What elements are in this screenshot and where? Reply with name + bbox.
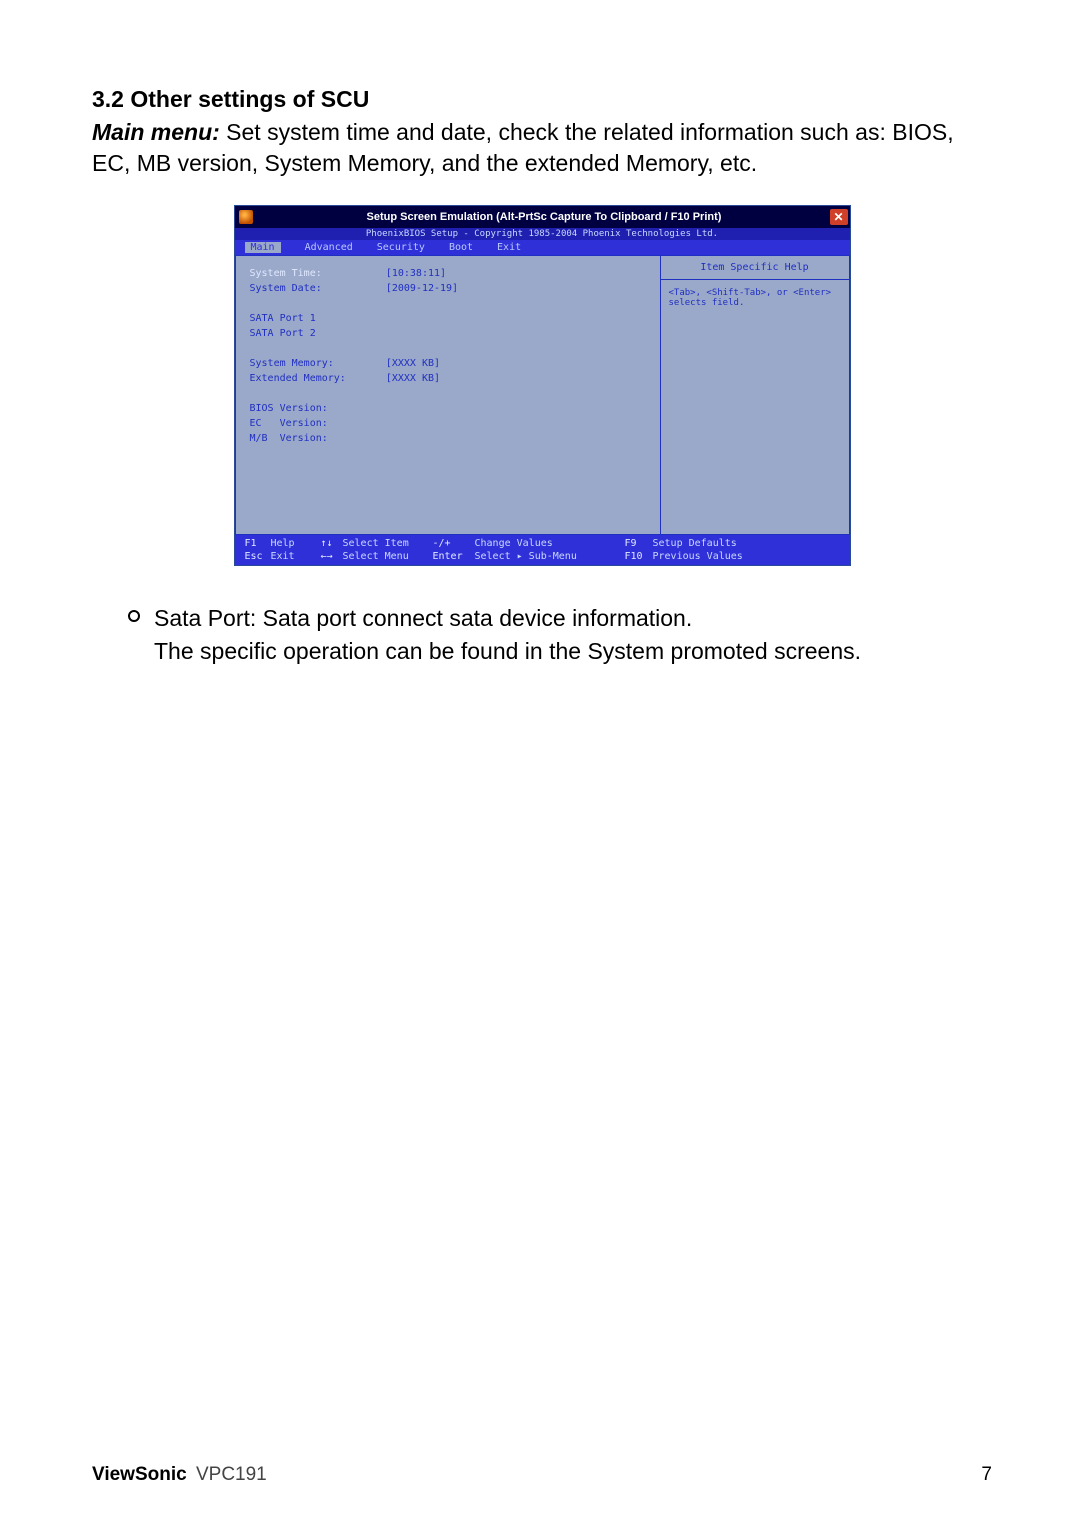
- value-spacer: [386, 386, 646, 401]
- label-spacer: [250, 386, 346, 401]
- bullet-line-1: Sata Port: Sata port connect sata device…: [154, 605, 692, 631]
- value-spacer: [386, 341, 646, 356]
- bios-copyright: PhoenixBIOS Setup - Copyright 1985-2004 …: [235, 228, 850, 240]
- bios-menubar: Main Advanced Security Boot Exit: [235, 240, 850, 255]
- value-bios-version: [386, 401, 646, 416]
- help-title: Item Specific Help: [661, 256, 849, 280]
- value-ec-version: [386, 416, 646, 431]
- label-help: Help: [271, 537, 321, 550]
- bullet-text: Sata Port: Sata port connect sata device…: [154, 602, 861, 669]
- bios-body: System Time: System Date: SATA Port 1 SA…: [235, 255, 850, 535]
- help-body: <Tab>, <Shift-Tab>, or <Enter> selects f…: [661, 280, 849, 534]
- bios-help-pane: Item Specific Help <Tab>, <Shift-Tab>, o…: [660, 255, 850, 535]
- label-extended-memory: Extended Memory:: [250, 371, 346, 386]
- intro-paragraph: Main menu: Set system time and date, che…: [92, 117, 992, 179]
- label-system-time: System Time:: [250, 266, 346, 281]
- bullet-line-2: The specific operation can be found in t…: [154, 638, 861, 664]
- tab-boot[interactable]: Boot: [449, 242, 473, 253]
- tab-advanced[interactable]: Advanced: [305, 242, 353, 253]
- label-change-values: Change Values: [475, 537, 625, 550]
- label-system-date: System Date:: [250, 281, 346, 296]
- page-number: 7: [981, 1464, 992, 1486]
- value-sata-port-2: [386, 326, 646, 341]
- value-mb-version: [386, 431, 646, 446]
- key-leftright: ←→: [321, 550, 343, 563]
- bios-field-labels: System Time: System Date: SATA Port 1 SA…: [250, 266, 346, 524]
- label-select-submenu: Select ▸ Sub-Menu: [475, 550, 625, 563]
- label-mb-version: M/B Version:: [250, 431, 346, 446]
- label-exit: Exit: [271, 550, 321, 563]
- key-enter: Enter: [433, 550, 475, 563]
- label-sata-port-2[interactable]: SATA Port 2: [250, 326, 346, 341]
- bios-field-values: [10:38:11] [2009-12-19] [XXXX KB] [XXXX …: [386, 266, 646, 524]
- key-f1: F1: [245, 537, 271, 550]
- key-updown: ↑↓: [321, 537, 343, 550]
- value-system-date[interactable]: [2009-12-19]: [386, 281, 646, 296]
- close-icon[interactable]: ✕: [830, 209, 848, 225]
- label-system-memory: System Memory:: [250, 356, 346, 371]
- label-previous-values: Previous Values: [653, 550, 773, 563]
- label-select-item: Select Item: [343, 537, 433, 550]
- window-title: Setup Screen Emulation (Alt-PrtSc Captur…: [259, 211, 830, 223]
- bullet-block: Sata Port: Sata port connect sata device…: [92, 602, 992, 669]
- footer-brand: ViewSonic: [92, 1464, 187, 1485]
- tab-exit[interactable]: Exit: [497, 242, 521, 253]
- app-icon: [239, 210, 253, 224]
- tab-main[interactable]: Main: [245, 242, 281, 253]
- value-spacer: [386, 296, 646, 311]
- bios-setup-window: Setup Screen Emulation (Alt-PrtSc Captur…: [234, 205, 851, 566]
- value-system-time[interactable]: [10:38:11]: [386, 266, 646, 281]
- label-spacer: [250, 341, 346, 356]
- key-f10: F10: [625, 550, 653, 563]
- footer-row-2: Esc Exit ←→ Select Menu Enter Select ▸ S…: [245, 550, 840, 563]
- key-f9: F9: [625, 537, 653, 550]
- intro-lead: Main menu:: [92, 119, 220, 145]
- footer-row-1: F1 Help ↑↓ Select Item -/+ Change Values…: [245, 537, 840, 550]
- label-bios-version: BIOS Version:: [250, 401, 346, 416]
- bios-main-pane: System Time: System Date: SATA Port 1 SA…: [235, 255, 660, 535]
- value-extended-memory: [XXXX KB]: [386, 371, 646, 386]
- intro-rest: Set system time and date, check the rela…: [92, 119, 954, 176]
- value-sata-port-1: [386, 311, 646, 326]
- window-titlebar: Setup Screen Emulation (Alt-PrtSc Captur…: [235, 206, 850, 228]
- footer-model: VPC191: [196, 1464, 267, 1485]
- page-footer: ViewSonic VPC191 7: [92, 1464, 992, 1486]
- key-plusminus: -/+: [433, 537, 475, 550]
- tab-security[interactable]: Security: [377, 242, 425, 253]
- label-sata-port-1[interactable]: SATA Port 1: [250, 311, 346, 326]
- label-setup-defaults: Setup Defaults: [653, 537, 773, 550]
- section-heading: 3.2 Other settings of SCU: [92, 86, 992, 113]
- bios-footer: F1 Help ↑↓ Select Item -/+ Change Values…: [235, 535, 850, 565]
- key-esc: Esc: [245, 550, 271, 563]
- bullet-icon: [128, 610, 140, 622]
- label-select-menu: Select Menu: [343, 550, 433, 563]
- value-system-memory: [XXXX KB]: [386, 356, 646, 371]
- label-ec-version: EC Version:: [250, 416, 346, 431]
- label-spacer: [250, 296, 346, 311]
